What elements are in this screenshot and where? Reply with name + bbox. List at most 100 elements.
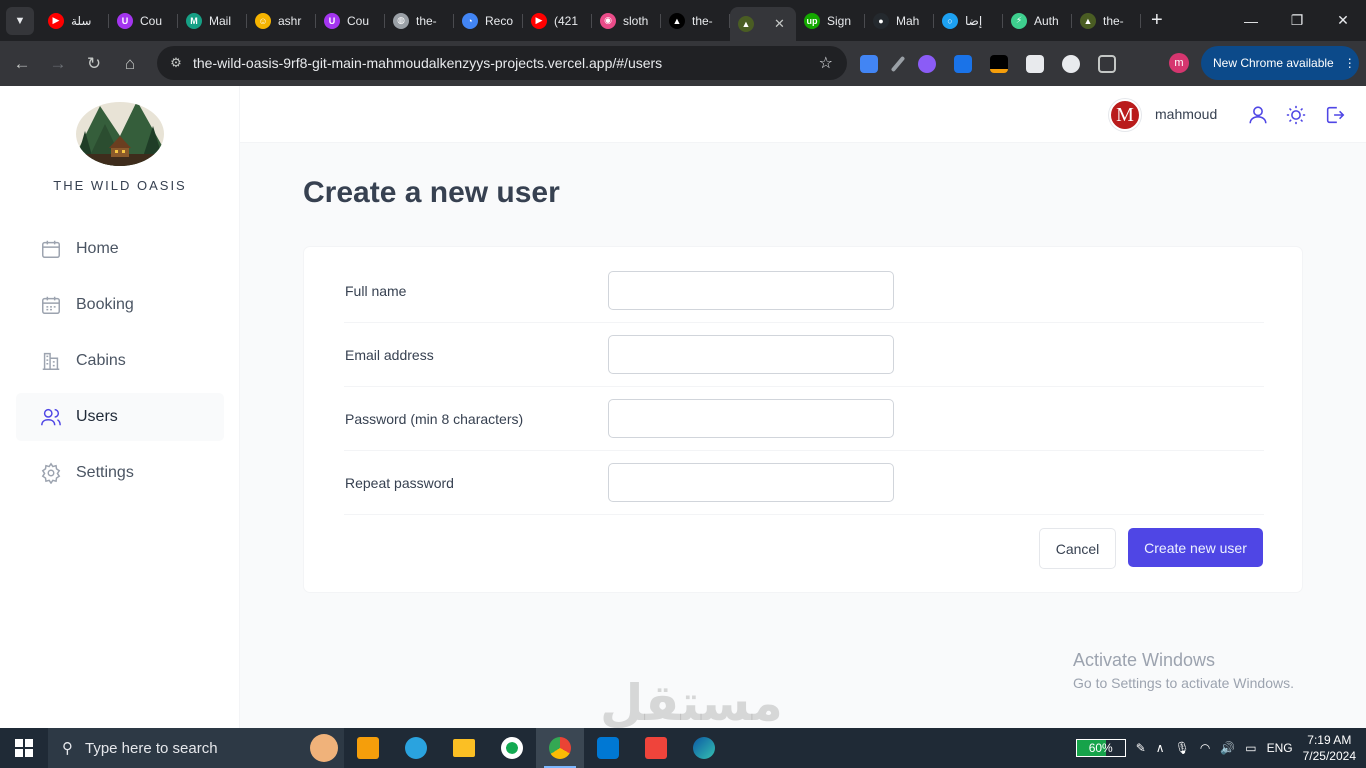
home-icon [42, 240, 60, 258]
forward-button[interactable]: → [40, 46, 76, 82]
taskbar-app-edge[interactable] [680, 728, 728, 768]
browser-tab[interactable]: ☺ ashr [247, 6, 316, 36]
tab-favicon-icon: M [186, 12, 202, 29]
volume-icon[interactable]: 🔊 [1220, 741, 1235, 755]
taskbar-app-vscode[interactable] [584, 728, 632, 768]
battery-indicator[interactable]: 60% [1075, 739, 1126, 757]
hat-extension-icon[interactable] [990, 54, 1008, 73]
color-extension-icon[interactable] [918, 54, 936, 73]
clock[interactable]: 7:19 AM 7/25/2024 [1303, 732, 1356, 764]
nav-item-booking[interactable]: Booking [16, 281, 224, 329]
browser-tab[interactable]: U Cou [316, 6, 385, 36]
tab-favicon-icon: ▲ [738, 16, 754, 32]
repeat-password-input[interactable] [608, 463, 894, 502]
tab-search-button[interactable]: ▼ [6, 6, 34, 35]
site-info-icon[interactable]: ⚙ [161, 55, 191, 71]
eyedropper-extension-icon[interactable] [890, 55, 906, 72]
browser-tab[interactable]: ▲ the- [661, 6, 730, 36]
form-row-full-name: Full name [344, 259, 1264, 323]
download-extension-icon[interactable] [954, 54, 972, 73]
settings-icon [41, 462, 61, 484]
nav-label-users: Users [76, 408, 118, 425]
user-account-icon[interactable] [1247, 104, 1269, 126]
chevron-up-icon[interactable]: ∧ [1156, 741, 1165, 755]
search-placeholder: Type here to search [85, 739, 218, 757]
search-icon: ⚲ [62, 740, 73, 757]
language-indicator[interactable]: ENG [1267, 741, 1293, 755]
clock-date: 7/25/2024 [1302, 749, 1356, 763]
battery-icon[interactable]: ▭ [1245, 741, 1256, 755]
nav-item-cabins[interactable]: Cabins [16, 337, 224, 385]
tab-title: Sign [827, 13, 852, 28]
tab-favicon-icon: ▶ [531, 12, 547, 29]
new-tab-button[interactable]: + [1151, 9, 1163, 32]
username: mahmoud [1155, 106, 1218, 122]
nav-item-users[interactable]: Users [16, 393, 224, 441]
nav-item-home[interactable]: Home [16, 225, 224, 273]
address-bar[interactable]: ⚙ the-wild-oasis-9rf8-git-main-mahmoudal… [157, 46, 847, 80]
logout-icon[interactable] [1324, 104, 1346, 126]
tab-close-icon[interactable]: ✕ [774, 16, 785, 32]
full-name-input[interactable] [608, 271, 894, 310]
browser-tab[interactable]: ⚡ Auth [1003, 6, 1072, 36]
nav-label-home: Home [76, 240, 119, 257]
edge-icon [693, 737, 715, 759]
back-button[interactable]: ← [4, 46, 40, 82]
start-button[interactable] [0, 728, 48, 768]
minimize-button[interactable]: — [1228, 0, 1274, 41]
app-tile-icon [357, 737, 379, 759]
password-input[interactable] [608, 399, 894, 438]
app-window: THE WILD OASIS Home Booking Cabins Users… [0, 86, 1366, 731]
sun-icon[interactable] [1285, 104, 1307, 126]
tab-favicon-icon: U [324, 12, 340, 29]
tab-favicon-icon: ◉ [600, 12, 616, 29]
taskbar-app-explorer[interactable] [440, 728, 488, 768]
reader-extension-icon[interactable] [1062, 54, 1080, 73]
restore-button[interactable]: ❐ [1274, 0, 1320, 41]
close-window-button[interactable]: ✕ [1320, 0, 1366, 41]
browser-tab[interactable]: ◔ Reco [454, 6, 523, 36]
sidebar: THE WILD OASIS Home Booking Cabins Users… [0, 86, 240, 728]
logo-text: THE WILD OASIS [53, 178, 187, 193]
browser-tab[interactable]: ◉ sloth [592, 6, 661, 36]
browser-tab[interactable]: U Cou [109, 6, 178, 36]
browser-tab[interactable]: ▶ (421 [523, 6, 592, 36]
taskbar-app-multitask[interactable] [344, 728, 392, 768]
browser-tab[interactable]: ▲ ✕ [730, 7, 796, 41]
taskbar-search[interactable]: ⚲ Type here to search [48, 728, 344, 768]
browser-tab[interactable]: ○ إضا [934, 6, 1003, 36]
activate-windows-notice: Activate Windows Go to Settings to activ… [1073, 650, 1294, 691]
translate-extension-icon[interactable] [860, 54, 878, 73]
pen-icon[interactable]: ✎ [1136, 741, 1146, 755]
nav-label-booking: Booking [76, 296, 134, 313]
puzzle-extensions-icon[interactable] [1098, 54, 1116, 73]
browser-tab[interactable]: ▶ سلة [40, 6, 109, 36]
taskbar-app-anydesk[interactable] [632, 728, 680, 768]
address-url[interactable]: the-wild-oasis-9rf8-git-main-mahmoudalke… [193, 55, 662, 71]
microphone-icon[interactable]: 🎙 [1175, 741, 1190, 755]
cancel-button[interactable]: Cancel [1039, 528, 1116, 569]
taskbar-app-mongodb[interactable] [488, 728, 536, 768]
email-input[interactable] [608, 335, 894, 374]
chevron-down-icon: ▼ [14, 14, 26, 27]
wifi-icon[interactable]: ◠ [1200, 741, 1210, 755]
tab-favicon-icon: ○ [942, 12, 958, 29]
browser-tab[interactable]: ▲ the- [1072, 6, 1141, 36]
reload-button[interactable]: ↻ [76, 46, 112, 82]
taskbar-app-chrome[interactable] [536, 728, 584, 768]
profile-avatar[interactable]: m [1169, 53, 1189, 73]
extensions-area [860, 41, 1116, 86]
nav-item-settings[interactable]: Settings [16, 449, 224, 497]
browser-tab[interactable]: ● Mah [865, 6, 934, 36]
qr-extension-icon[interactable] [1026, 54, 1044, 73]
browser-tab[interactable]: M Mail [178, 6, 247, 36]
browser-tab[interactable]: ◍ the- [385, 6, 454, 36]
bookmark-star-icon[interactable]: ☆ [819, 53, 833, 73]
chrome-update-button[interactable]: New Chrome available ⋮ [1201, 46, 1359, 80]
form-row-password: Password (min 8 characters) [344, 387, 1264, 451]
create-user-button[interactable]: Create new user [1128, 528, 1263, 567]
system-tray: 60% ✎ ∧ 🎙 ◠ 🔊 ▭ ENG 7:19 AM 7/25/2024 [1075, 728, 1366, 768]
browser-tab[interactable]: up Sign [796, 6, 865, 36]
taskbar-app-telegram[interactable] [392, 728, 440, 768]
home-button[interactable]: ⌂ [112, 46, 148, 82]
